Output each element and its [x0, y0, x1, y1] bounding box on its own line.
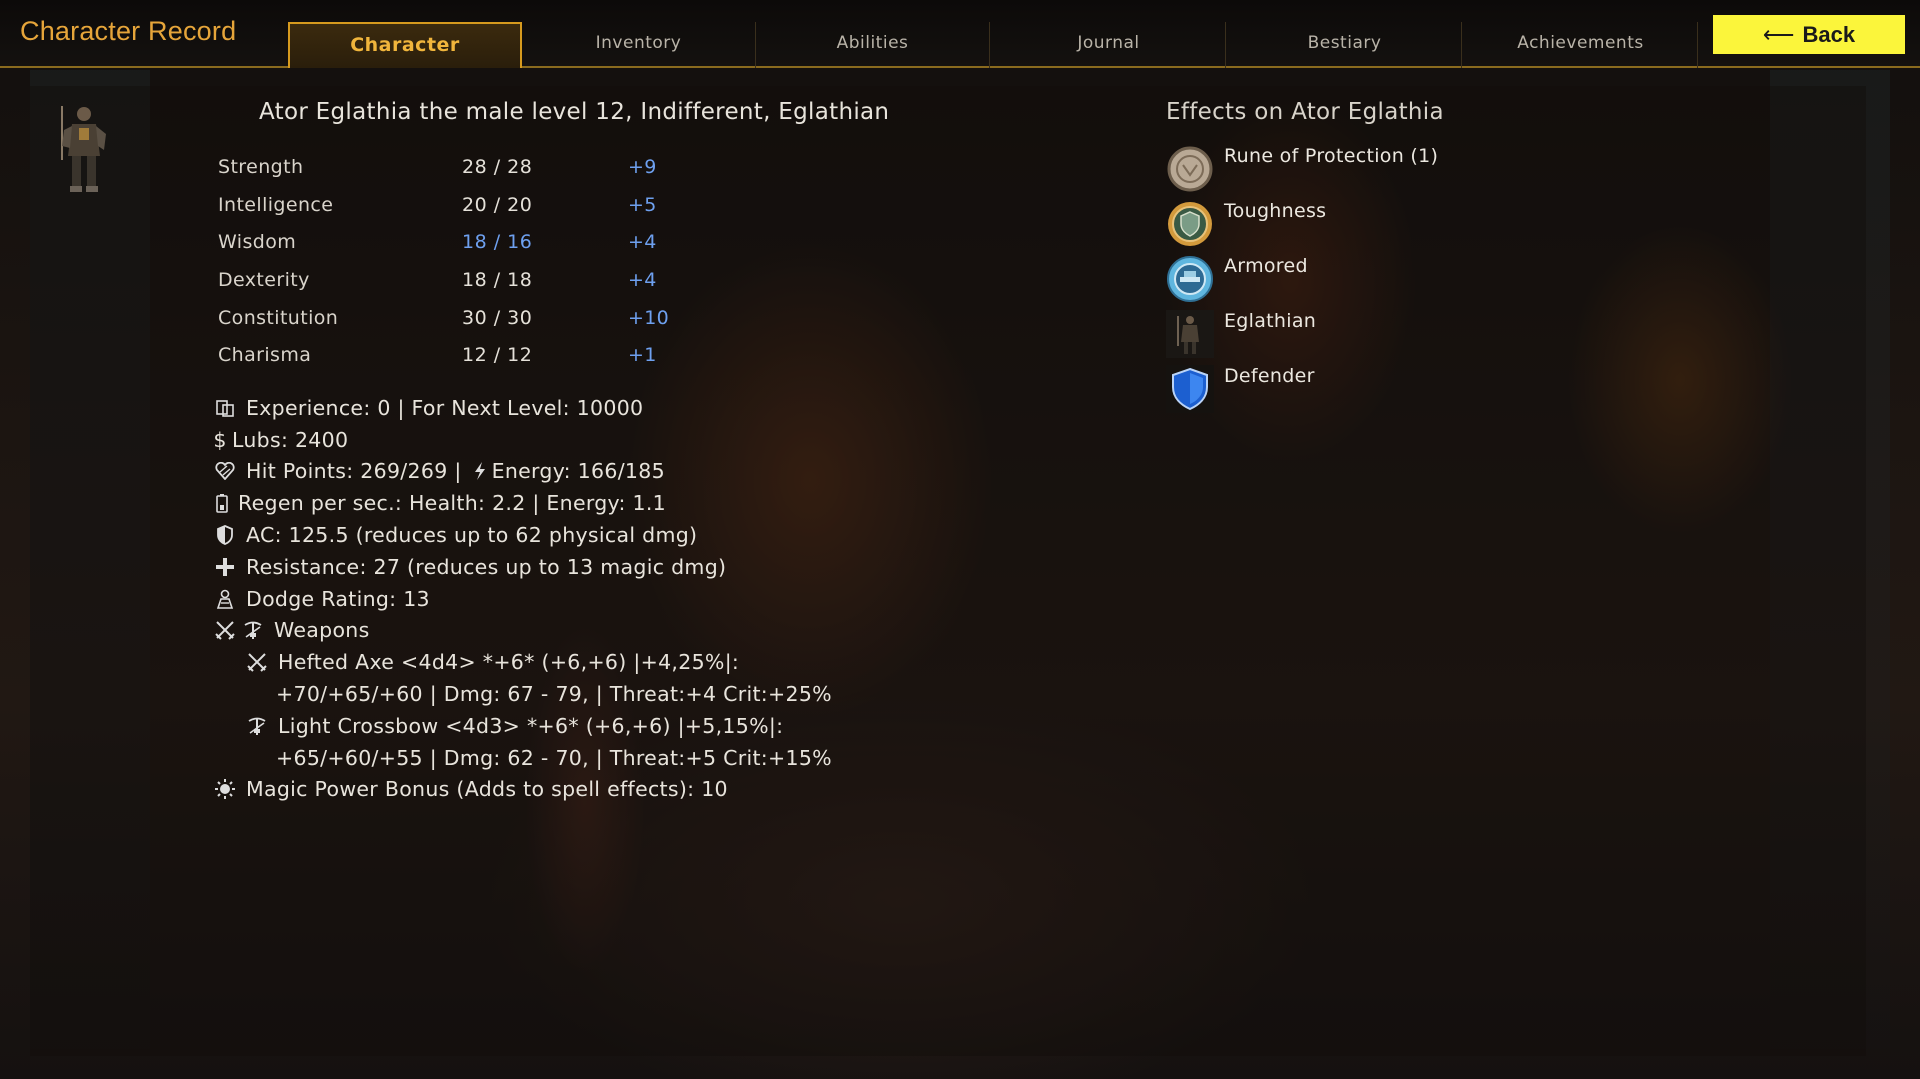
stat-name: Charisma [218, 344, 312, 367]
weapon-line: Light Crossbow <4d3> *+6* (+6,+6) |+5,15… [278, 713, 784, 738]
stat-name: Wisdom [218, 231, 297, 254]
lightning-icon [472, 460, 488, 482]
stat-name: Constitution [218, 306, 339, 329]
top-bar: Character Record Character Inventory Abi… [0, 0, 1920, 68]
weapon-axe-row: Hefted Axe <4d4> *+6* (+6,+6) |+4,25%|: [214, 646, 832, 678]
stat-bonus: +4 [628, 231, 657, 254]
dodge-text: Dodge Rating: 13 [246, 586, 430, 611]
effect-label: Defender [1224, 365, 1315, 387]
effect-label: Toughness [1224, 200, 1327, 222]
crossbow-icon [246, 715, 268, 737]
currency-icon: $ [213, 427, 227, 452]
stat-name: Dexterity [218, 269, 310, 292]
effect-label: Armored [1224, 255, 1308, 277]
armor-shield-icon [214, 524, 236, 546]
armor-class-text: AC: 125.5 (reduces up to 62 physical dmg… [246, 523, 698, 548]
back-button-label: Back [1802, 21, 1856, 47]
armored-icon [1166, 255, 1214, 303]
weapons-label: Weapons [274, 618, 370, 643]
effect-defender[interactable]: Defender [1166, 365, 1586, 415]
effect-label: Rune of Protection (1) [1224, 145, 1439, 167]
effect-eglathian[interactable]: Eglathian [1166, 310, 1586, 360]
stat-bonus: +9 [628, 156, 657, 178]
tab-abilities[interactable]: Abilities [756, 22, 990, 68]
sun-icon [214, 778, 236, 800]
hitpoints-row: Hit Points: 269/269 | Energy: 166/185 [214, 456, 832, 488]
experience-row: Experience: 0 | For Next Level: 10000 [214, 392, 832, 424]
tab-achievements[interactable]: Achievements [1464, 22, 1698, 68]
effect-toughness[interactable]: Toughness [1166, 200, 1586, 250]
toughness-icon [1166, 200, 1214, 248]
tab-inventory[interactable]: Inventory [522, 22, 756, 68]
magic-power-row: Magic Power Bonus (Adds to spell effects… [214, 774, 832, 806]
stat-value: 12 / 12 [462, 344, 533, 367]
stat-name: Strength [218, 156, 304, 178]
stat-bonus: +5 [628, 193, 657, 216]
weapon-axe-stats-row: +70/+65/+60 | Dmg: 67 - 79, | Threat:+4 … [214, 678, 832, 710]
weapons-header-row: Weapons [214, 615, 832, 647]
character-heading: Ator Eglathia the male level 12, Indiffe… [259, 99, 890, 125]
resistance-text: Resistance: 27 (reduces up to 13 magic d… [246, 554, 727, 579]
page-title: Character Record [20, 16, 237, 46]
weapon-stats: +65/+60/+55 | Dmg: 62 - 70, | Threat:+5 … [276, 745, 832, 770]
effect-armored[interactable]: Armored [1166, 255, 1586, 305]
heart-icon [214, 460, 236, 482]
stat-name: Intelligence [218, 193, 334, 216]
eglathian-icon [1166, 310, 1214, 358]
experience-icon [214, 397, 236, 419]
energy-text: Energy: 166/185 [491, 459, 665, 484]
stat-value: 18 / 16 [462, 231, 533, 254]
weapon-crossbow-row: Light Crossbow <4d3> *+6* (+6,+6) |+5,15… [214, 710, 832, 742]
dodge-icon [214, 588, 236, 610]
crossbow-icon [242, 619, 264, 641]
stat-value: 20 / 20 [462, 193, 533, 216]
weapon-stats: +70/+65/+60 | Dmg: 67 - 79, | Threat:+4 … [276, 682, 832, 707]
tab-character[interactable]: Character [288, 22, 522, 68]
tab-journal[interactable]: Journal [992, 22, 1226, 68]
effect-label: Eglathian [1224, 310, 1317, 332]
experience-text: Experience: 0 | For Next Level: 10000 [246, 395, 644, 420]
stat-value: 18 / 18 [462, 269, 533, 292]
character-details: Experience: 0 | For Next Level: 10000 $ … [213, 392, 832, 806]
magic-power-text: Magic Power Bonus (Adds to spell effects… [246, 777, 728, 802]
crossed-swords-icon [214, 619, 236, 641]
effect-rune-of-protection[interactable]: Rune of Protection (1) [1166, 145, 1586, 195]
armor-class-row: AC: 125.5 (reduces up to 62 physical dmg… [214, 519, 832, 551]
back-button[interactable]: ⟵ Back [1713, 15, 1905, 54]
stat-bonus: +1 [628, 344, 657, 367]
back-arrow-icon: ⟵ [1762, 21, 1795, 47]
regen-row: Regen per sec.: Health: 2.2 | Energy: 1.… [214, 487, 832, 519]
stat-bonus: +4 [628, 269, 657, 292]
shield-icon [1166, 365, 1214, 413]
crossed-swords-icon [246, 651, 268, 673]
dodge-row: Dodge Rating: 13 [214, 583, 832, 615]
resistance-row: Resistance: 27 (reduces up to 13 magic d… [214, 551, 832, 583]
regen-text: Regen per sec.: Health: 2.2 | Energy: 1.… [238, 491, 667, 516]
weapon-crossbow-stats-row: +65/+60/+55 | Dmg: 62 - 70, | Threat:+5 … [214, 742, 832, 774]
cross-icon [214, 556, 236, 578]
stat-bonus: +10 [628, 306, 669, 329]
stat-value: 28 / 28 [462, 156, 533, 178]
hitpoints-text: Hit Points: 269/269 | [246, 459, 462, 484]
regen-icon [214, 492, 230, 514]
stat-value: 30 / 30 [462, 306, 533, 329]
rune-icon [1166, 145, 1214, 193]
weapon-line: Hefted Axe <4d4> *+6* (+6,+6) |+4,25%|: [278, 650, 740, 675]
effects-title: Effects on Ator Eglathia [1166, 99, 1444, 125]
lubs-row: $ Lubs: 2400 [213, 424, 832, 456]
tab-bestiary[interactable]: Bestiary [1228, 22, 1462, 68]
character-portrait [50, 100, 122, 200]
lubs-text: Lubs: 2400 [232, 427, 349, 452]
